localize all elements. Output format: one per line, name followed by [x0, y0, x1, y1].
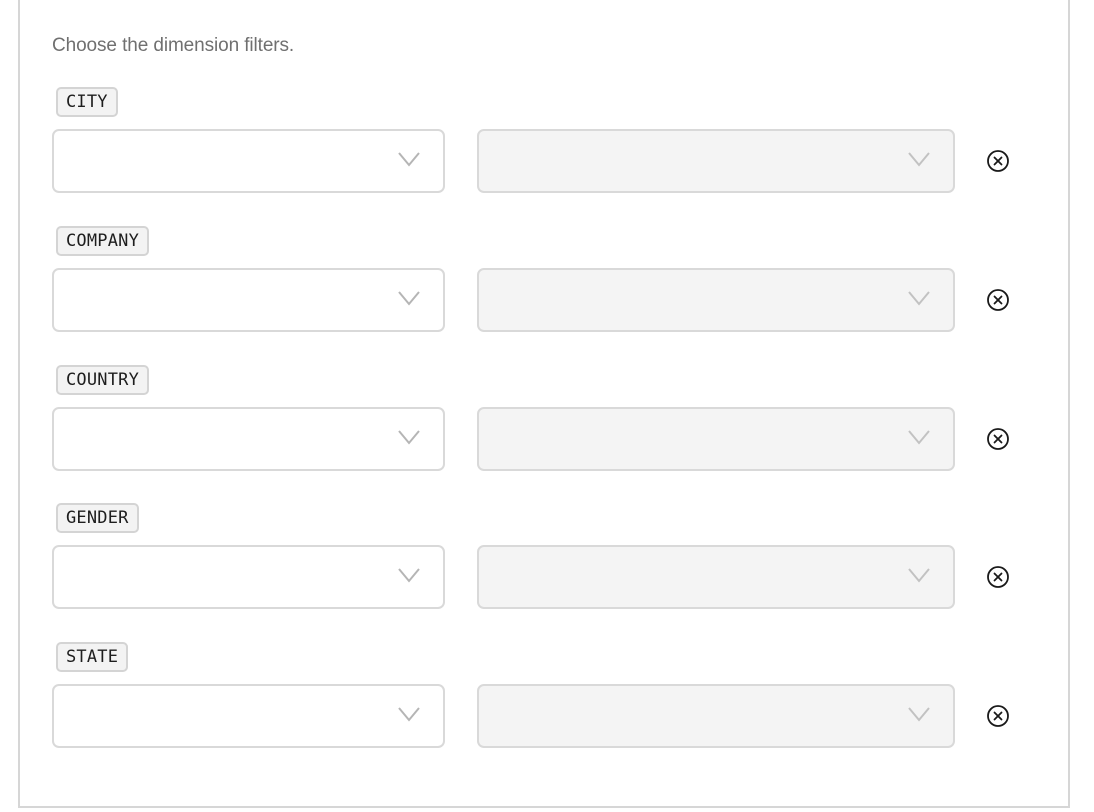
chevron-down-icon — [398, 568, 420, 583]
filter-value-select-gender[interactable] — [477, 545, 955, 609]
filter-row-company: COMPANY — [0, 226, 1094, 346]
chevron-down-icon — [398, 707, 420, 722]
remove-filter-city-icon[interactable] — [986, 149, 1010, 173]
chevron-down-icon — [398, 291, 420, 306]
filter-value-select-company[interactable] — [477, 268, 955, 332]
filter-operator-select-company[interactable] — [52, 268, 445, 332]
filter-row-gender: GENDER — [0, 503, 1094, 623]
filter-operator-select-state[interactable] — [52, 684, 445, 748]
instructions-text: Choose the dimension filters. — [52, 35, 295, 56]
filter-value-select-state[interactable] — [477, 684, 955, 748]
chevron-down-icon — [908, 152, 930, 167]
filter-value-select-city[interactable] — [477, 129, 955, 193]
filter-operator-select-city[interactable] — [52, 129, 445, 193]
chevron-down-icon — [908, 568, 930, 583]
remove-filter-state-icon[interactable] — [986, 704, 1010, 728]
chevron-down-icon — [398, 152, 420, 167]
filter-operator-select-country[interactable] — [52, 407, 445, 471]
remove-filter-country-icon[interactable] — [986, 427, 1010, 451]
remove-filter-company-icon[interactable] — [986, 288, 1010, 312]
filter-row-city: CITY — [0, 87, 1094, 207]
dimension-tag: COUNTRY — [56, 365, 150, 395]
filter-row-country: COUNTRY — [0, 365, 1094, 485]
dimension-tag: CITY — [56, 87, 118, 117]
filter-row-state: STATE — [0, 642, 1094, 762]
chevron-down-icon — [908, 707, 930, 722]
remove-filter-gender-icon[interactable] — [986, 565, 1010, 589]
chevron-down-icon — [908, 291, 930, 306]
chevron-down-icon — [398, 430, 420, 445]
dimension-tag: STATE — [56, 642, 129, 672]
dimension-tag: COMPANY — [56, 226, 150, 256]
filter-operator-select-gender[interactable] — [52, 545, 445, 609]
dimension-tag: GENDER — [56, 503, 139, 533]
filter-value-select-country[interactable] — [477, 407, 955, 471]
chevron-down-icon — [908, 430, 930, 445]
